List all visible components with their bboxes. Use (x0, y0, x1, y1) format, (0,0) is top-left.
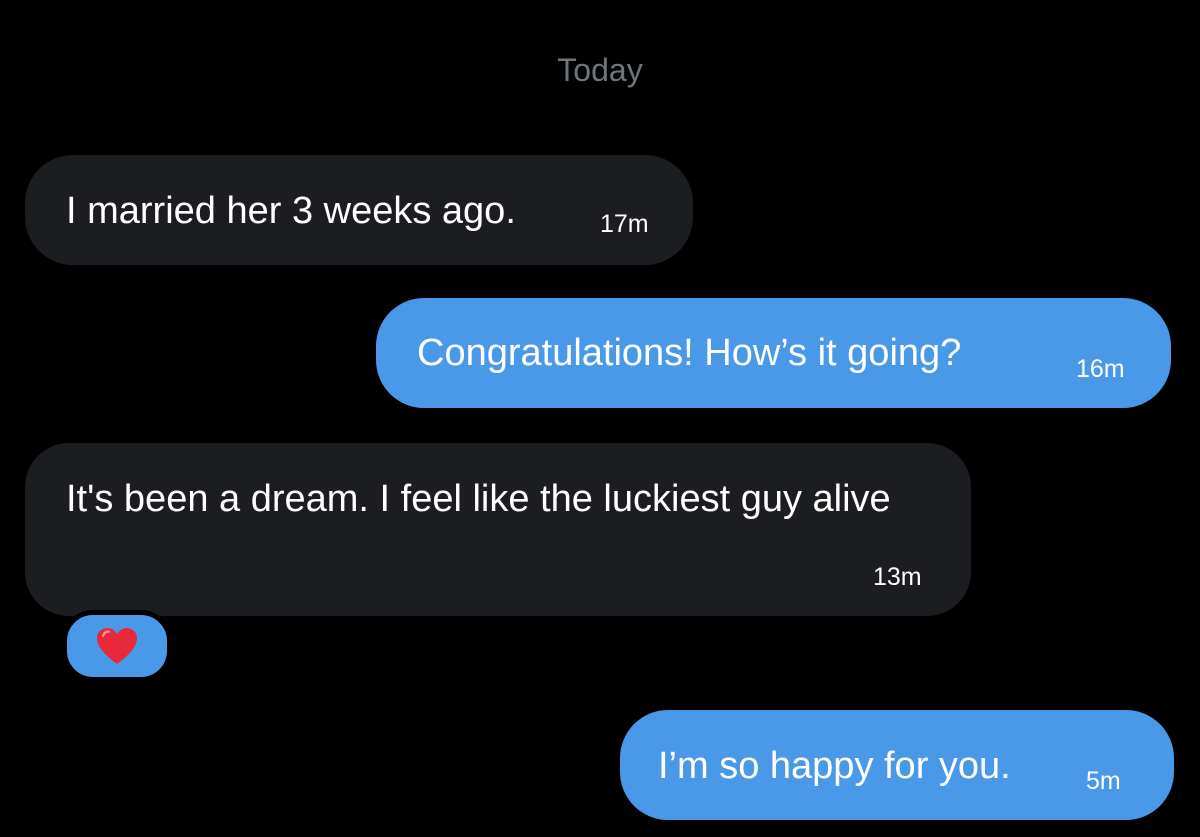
message-text: I married her 3 weeks ago. (66, 190, 516, 232)
sent-message-bubble[interactable]: I’m so happy for you. (620, 710, 1174, 820)
sent-message-bubble[interactable]: Congratulations! How’s it going? (376, 298, 1171, 408)
heart-icon (97, 628, 137, 664)
message-text: It's been a dream. I feel like the lucki… (66, 478, 891, 520)
date-separator: Today (557, 52, 643, 88)
message-timestamp: 17m (600, 210, 649, 238)
received-message-bubble[interactable]: I married her 3 weeks ago. (25, 155, 693, 265)
message-timestamp: 5m (1086, 767, 1121, 795)
message-timestamp: 13m (873, 563, 922, 591)
message-thread: Today I married her 3 weeks ago. 17m Con… (0, 0, 1200, 837)
message-text: I’m so happy for you. (658, 745, 1011, 787)
reaction-badge[interactable] (62, 610, 172, 682)
received-message-bubble[interactable]: It's been a dream. I feel like the lucki… (25, 443, 971, 616)
message-timestamp: 16m (1076, 355, 1125, 383)
message-text: Congratulations! How’s it going? (417, 332, 962, 374)
